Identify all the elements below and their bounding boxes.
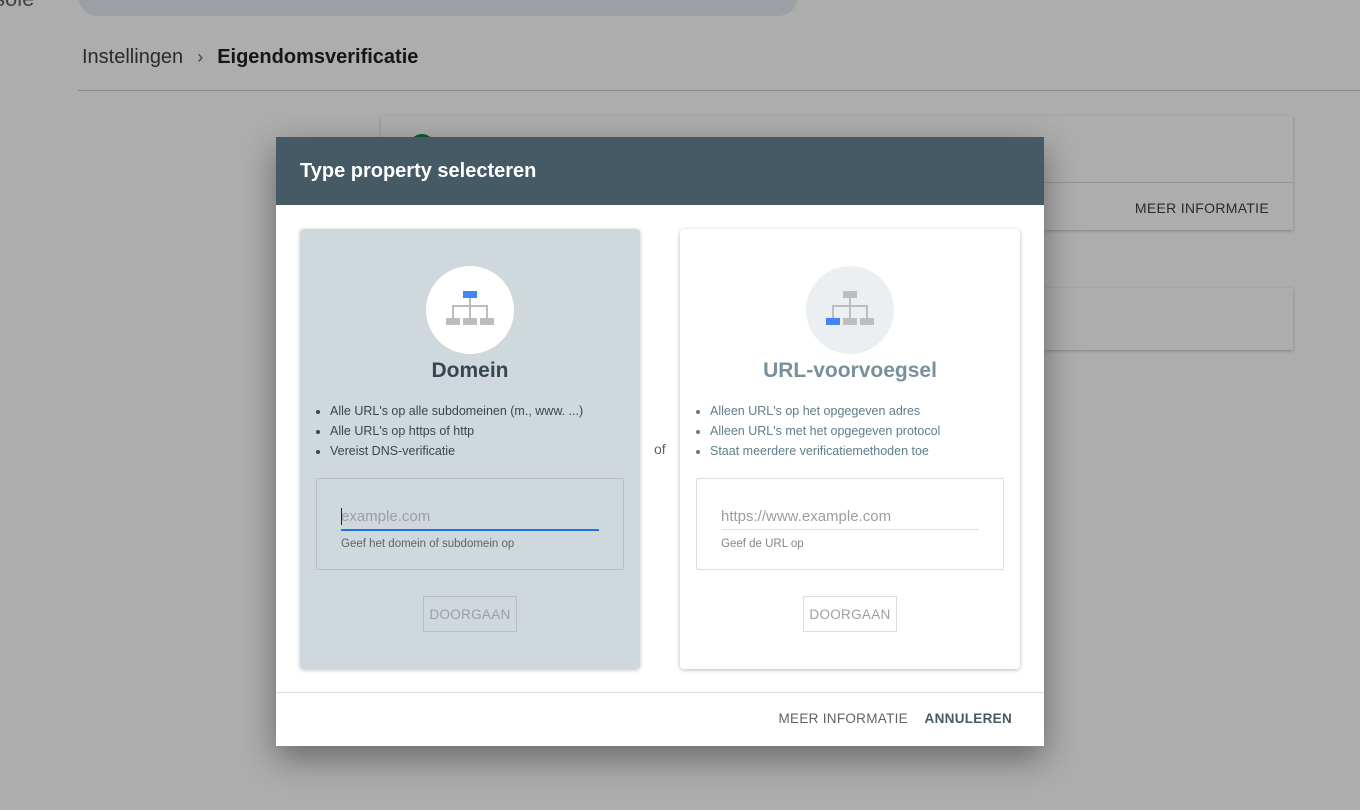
dialog-title: Type property selecteren — [276, 137, 1044, 205]
or-separator: of — [654, 441, 666, 457]
url-field-container: Geef de URL op — [696, 478, 1004, 570]
url-prefix-option-title: URL-voorvoegsel — [763, 359, 937, 382]
url-continue-button[interactable]: DOORGAAN — [803, 596, 897, 632]
url-prefix-option-card[interactable]: URL-voorvoegsel Alleen URL's op het opge… — [680, 229, 1020, 669]
url-input[interactable] — [721, 503, 979, 529]
sitemap-icon — [426, 266, 514, 354]
domain-feature-list: Alle URL's op alle subdomeinen (m., www.… — [314, 401, 583, 461]
list-item: Staat meerdere verificatiemethoden toe — [710, 441, 940, 461]
domain-continue-button[interactable]: DOORGAAN — [423, 596, 517, 632]
domain-input-hint: Geef het domein of subdomein op — [341, 538, 515, 550]
url-input-hint: Geef de URL op — [721, 538, 804, 550]
domain-option-title: Domein — [431, 359, 509, 382]
domain-field-container: Geef het domein of subdomein op — [316, 478, 624, 570]
sitemap-icon — [806, 266, 894, 354]
domain-option-card[interactable]: Domein Alle URL's op alle subdomeinen (m… — [300, 229, 640, 669]
list-item: Alle URL's op alle subdomeinen (m., www.… — [330, 401, 583, 421]
more-info-button[interactable]: MEER INFORMATIE — [778, 711, 908, 726]
url-input-underline — [721, 529, 979, 530]
text-cursor — [341, 508, 342, 525]
cancel-button[interactable]: ANNULEREN — [925, 711, 1012, 726]
list-item: Alleen URL's op het opgegeven adres — [710, 401, 940, 421]
domain-input[interactable] — [341, 503, 599, 529]
select-property-type-dialog: Type property selecteren Domein Alle URL… — [276, 137, 1044, 746]
url-prefix-feature-list: Alleen URL's op het opgegeven adres Alle… — [694, 401, 940, 461]
list-item: Alle URL's op https of http — [330, 421, 583, 441]
dialog-footer: MEER INFORMATIE ANNULEREN — [276, 692, 1044, 746]
domain-input-underline — [341, 529, 599, 531]
list-item: Vereist DNS-verificatie — [330, 441, 583, 461]
list-item: Alleen URL's met het opgegeven protocol — [710, 421, 940, 441]
